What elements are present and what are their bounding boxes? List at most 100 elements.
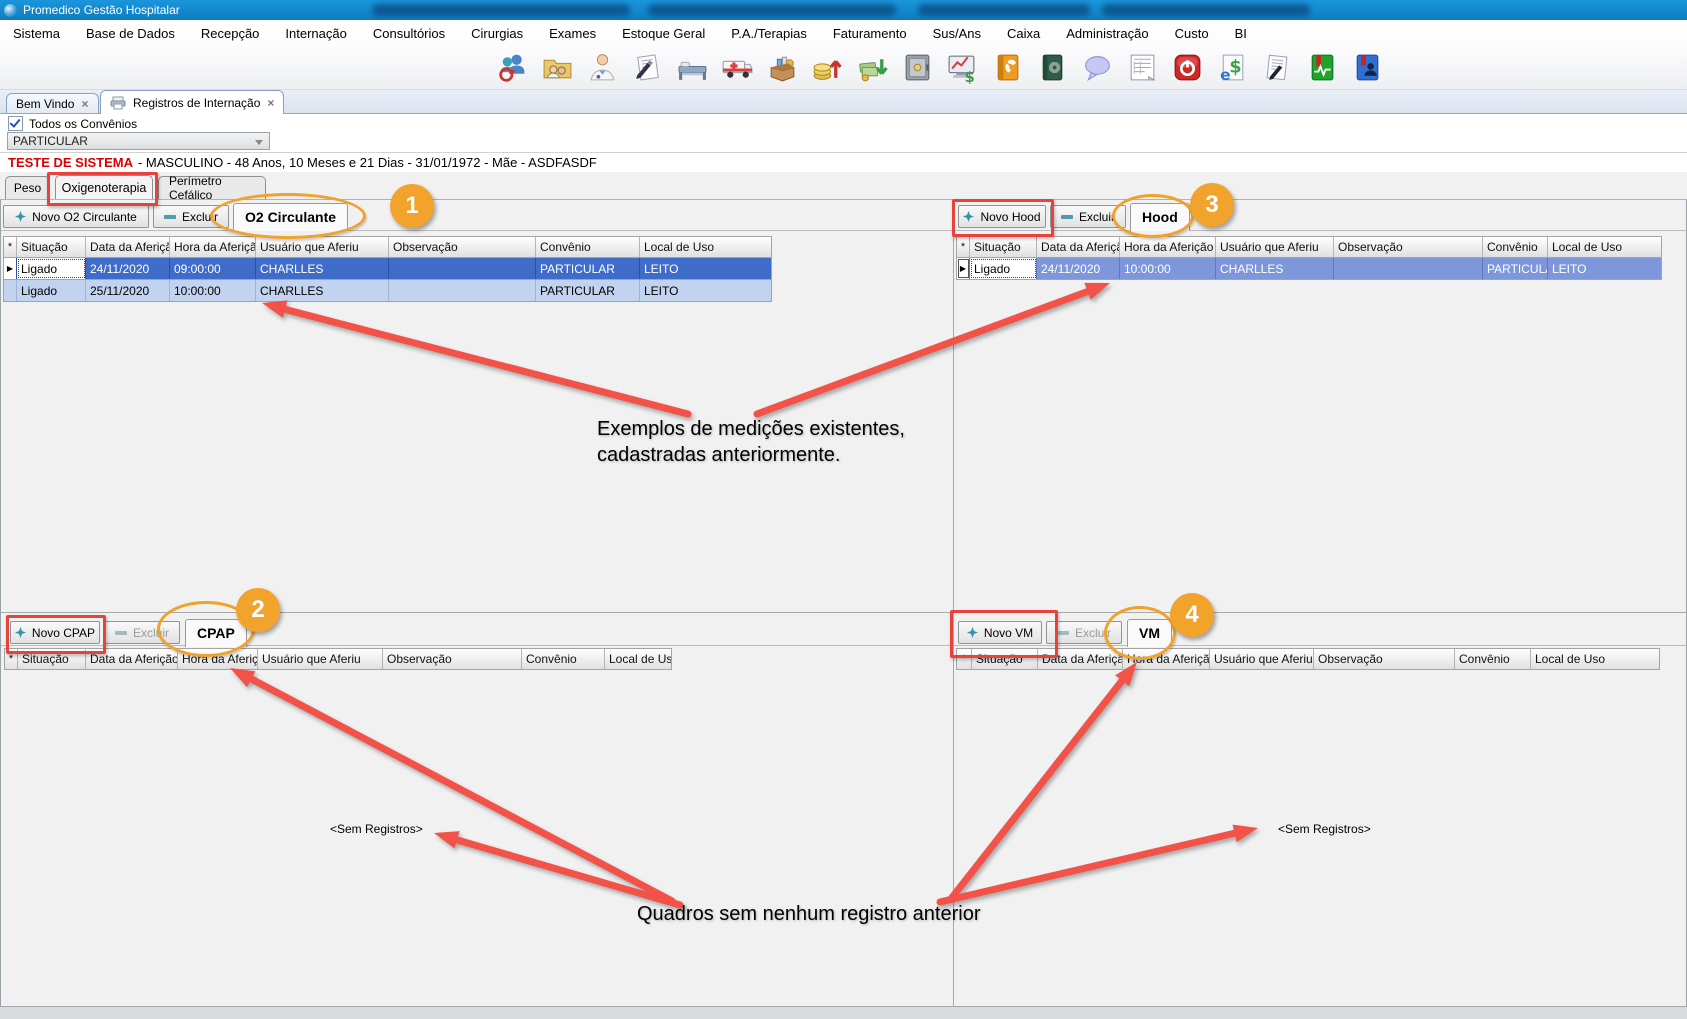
- novo-hood-button[interactable]: Novo Hood: [958, 205, 1046, 228]
- tab-bem-vindo[interactable]: Bem Vindo ×: [6, 93, 99, 113]
- delete-record-icon: [1061, 215, 1073, 219]
- menu-sistema[interactable]: Sistema: [0, 20, 73, 46]
- cell-local-uso[interactable]: LEITO: [1548, 258, 1661, 279]
- phone-book-icon[interactable]: [989, 50, 1025, 86]
- table-row[interactable]: Ligado 25/11/2020 10:00:00 CHARLLES PART…: [3, 280, 772, 302]
- menu-custo[interactable]: Custo: [1162, 20, 1222, 46]
- cell-data-afericao[interactable]: 24/11/2020: [86, 258, 170, 279]
- menu-base-de-dados[interactable]: Base de Dados: [73, 20, 188, 46]
- column-header-observacao: Observação: [389, 237, 536, 257]
- cell-hora-afericao[interactable]: 09:00:00: [170, 258, 256, 279]
- excluir-o2-button[interactable]: Excluir: [153, 205, 229, 228]
- e-invoice-icon[interactable]: $e: [1214, 50, 1250, 86]
- vertical-splitter[interactable]: [953, 200, 954, 1006]
- menu-administracao[interactable]: Administração: [1053, 20, 1161, 46]
- cell-local-uso[interactable]: LEITO: [640, 280, 771, 301]
- horizontal-splitter[interactable]: [0, 612, 1687, 613]
- todos-convenios-checkbox[interactable]: [8, 116, 23, 131]
- menu-consultorios[interactable]: Consultórios: [360, 20, 458, 46]
- novo-vm-button[interactable]: Novo VM: [958, 621, 1042, 644]
- cell-usuario[interactable]: CHARLLES: [256, 258, 389, 279]
- close-icon[interactable]: ×: [267, 96, 274, 110]
- expense-down-icon[interactable]: [854, 50, 890, 86]
- cell-observacao[interactable]: [389, 280, 536, 301]
- column-header-data-afericao: Data da Aferição: [1038, 649, 1123, 669]
- excluir-cpap-button[interactable]: Excluir: [104, 621, 180, 644]
- patients-folder-icon[interactable]: [539, 50, 575, 86]
- cell-observacao[interactable]: [1334, 258, 1483, 279]
- grid-corner: *: [4, 237, 17, 257]
- menu-caixa[interactable]: Caixa: [994, 20, 1053, 46]
- cell-convenio[interactable]: PARTICULAR: [536, 258, 640, 279]
- safe-icon[interactable]: [899, 50, 935, 86]
- chat-icon[interactable]: [1079, 50, 1115, 86]
- convenio-select[interactable]: PARTICULAR: [7, 132, 270, 150]
- revenue-up-icon[interactable]: [809, 50, 845, 86]
- doctor-icon[interactable]: [584, 50, 620, 86]
- novo-o2-circulante-button[interactable]: Novo O2 Circulante: [3, 205, 149, 228]
- novo-cpap-label: Novo CPAP: [32, 626, 95, 640]
- table-row[interactable]: ▶ Ligado 24/11/2020 10:00:00 CHARLLES PA…: [956, 258, 1662, 280]
- column-header-hora-afericao: Hora da Aferição: [170, 237, 256, 257]
- column-header-data-afericao: Data da Aferição: [86, 649, 178, 669]
- menu-estoque-geral[interactable]: Estoque Geral: [609, 20, 718, 46]
- cell-observacao[interactable]: [389, 258, 536, 279]
- column-header-observacao: Observação: [1334, 237, 1483, 257]
- clinical-document-icon[interactable]: [629, 50, 665, 86]
- ambulance-icon[interactable]: [719, 50, 755, 86]
- invoice-icon[interactable]: [1124, 50, 1160, 86]
- column-header-usuario: Usuário que Aferiu: [1216, 237, 1334, 257]
- billing-monitor-icon[interactable]: $: [944, 50, 980, 86]
- menu-sus-ans[interactable]: Sus/Ans: [920, 20, 994, 46]
- cell-data-afericao[interactable]: 25/11/2020: [86, 280, 170, 301]
- tab-perimetro-cefalico[interactable]: Perímetro Cefálico: [158, 176, 266, 199]
- users-sync-icon[interactable]: [494, 50, 530, 86]
- delete-record-icon: [164, 215, 176, 219]
- title-bar: Promedico Gestão Hospitalar: [0, 0, 1687, 20]
- contract-icon[interactable]: [1259, 50, 1295, 86]
- cell-hora-afericao[interactable]: 10:00:00: [170, 280, 256, 301]
- excluir-hood-button[interactable]: Excluir: [1050, 205, 1126, 228]
- manual-book-icon[interactable]: [1034, 50, 1070, 86]
- divider: [0, 199, 1687, 200]
- existing-records-note: Exemplos de medições existentes, cadastr…: [597, 416, 905, 468]
- cell-convenio[interactable]: PARTICULAR: [536, 280, 640, 301]
- cell-local-uso[interactable]: LEITO: [640, 258, 771, 279]
- table-row[interactable]: ▶ Ligado 24/11/2020 09:00:00 CHARLLES PA…: [3, 258, 772, 280]
- window-title: Promedico Gestão Hospitalar: [23, 3, 180, 17]
- menu-internacao[interactable]: Internação: [272, 20, 359, 46]
- menu-faturamento[interactable]: Faturamento: [820, 20, 920, 46]
- menu-exames[interactable]: Exames: [536, 20, 609, 46]
- tab-oxigenoterapia[interactable]: Oxigenoterapia: [55, 175, 153, 200]
- cell-hora-afericao[interactable]: 10:00:00: [1120, 258, 1216, 279]
- svg-text:$: $: [1229, 58, 1241, 78]
- cell-situacao[interactable]: Ligado: [970, 258, 1037, 279]
- cell-convenio[interactable]: PARTICULAR: [1483, 258, 1548, 279]
- cell-data-afericao[interactable]: 24/11/2020: [1037, 258, 1120, 279]
- hood-grid-header: * Situação Data da Aferição Hora da Afer…: [956, 236, 1662, 258]
- existing-records-note-line1: Exemplos de medições existentes,: [597, 416, 905, 442]
- menu-pa-terapias[interactable]: P.A./Terapias: [718, 20, 820, 46]
- menu-recepcao[interactable]: Recepção: [188, 20, 273, 46]
- patient-record-icon[interactable]: [1349, 50, 1385, 86]
- new-record-icon: [15, 211, 26, 222]
- power-icon[interactable]: [1169, 50, 1205, 86]
- tab-registros-internacao[interactable]: Registros de Internação ×: [100, 90, 284, 114]
- cell-usuario[interactable]: CHARLLES: [256, 280, 389, 301]
- excluir-vm-button[interactable]: Excluir: [1046, 621, 1122, 644]
- close-icon[interactable]: ×: [81, 97, 88, 111]
- novo-cpap-button[interactable]: Novo CPAP: [10, 621, 100, 644]
- o2-grid-header: * Situação Data da Aferição Hora da Afer…: [3, 236, 772, 258]
- menu-cirurgias[interactable]: Cirurgias: [458, 20, 536, 46]
- hospital-bed-icon[interactable]: [674, 50, 710, 86]
- cell-usuario[interactable]: CHARLLES: [1216, 258, 1334, 279]
- stock-box-icon[interactable]: [764, 50, 800, 86]
- row-indicator-icon: ▶: [957, 258, 970, 279]
- delete-record-icon: [1057, 631, 1069, 635]
- cell-situacao[interactable]: Ligado: [17, 280, 86, 301]
- cell-situacao[interactable]: Ligado: [17, 258, 86, 279]
- vitals-book-icon[interactable]: [1304, 50, 1340, 86]
- tab-peso[interactable]: Peso: [5, 176, 50, 199]
- menu-bi[interactable]: BI: [1222, 20, 1260, 46]
- dropdown-arrow-icon: [255, 140, 263, 145]
